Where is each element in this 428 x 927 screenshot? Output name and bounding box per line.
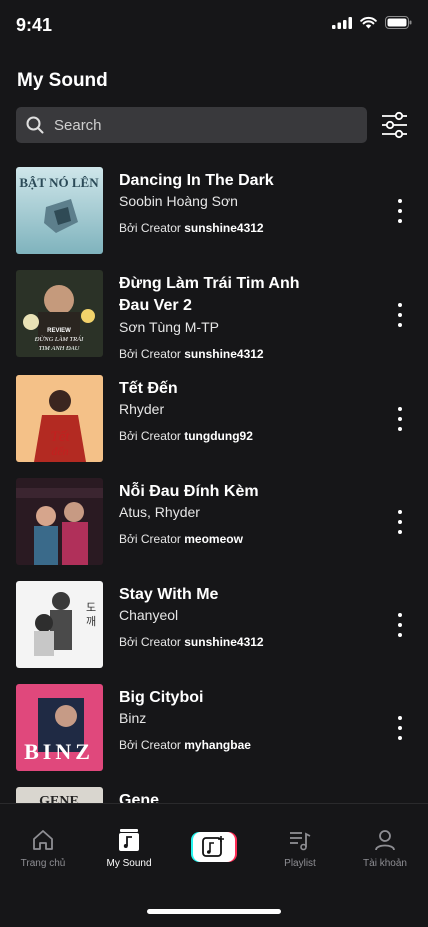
svg-text:TIM ANH ĐAU: TIM ANH ĐAU: [39, 345, 81, 352]
album-cover: BẬT NÓ LÊN: [16, 167, 103, 254]
more-options-button[interactable]: [393, 510, 407, 534]
sliders-icon: [382, 111, 407, 139]
song-row[interactable]: GENE Gene: [0, 784, 428, 804]
tab-create[interactable]: [171, 804, 257, 884]
creator-name[interactable]: meomeow: [184, 532, 243, 546]
tab-label: Playlist: [284, 858, 316, 869]
more-options-button[interactable]: [393, 199, 407, 223]
album-cover: BINZ: [16, 684, 103, 771]
song-row[interactable]: BINZ Big Cityboi Binz Bởi Creator myhang…: [0, 681, 428, 773]
creator-name[interactable]: sunshine4312: [184, 347, 263, 361]
signal-icon: [332, 16, 352, 29]
svg-text:Tết: Tết: [50, 429, 70, 445]
song-row[interactable]: Nỗi Đau Đính Kèm Atus, Rhyder Bởi Creato…: [0, 475, 428, 567]
creator-prefix: Bởi Creator: [119, 635, 181, 649]
song-creator: Bởi Creator tungdung92: [119, 429, 253, 443]
tab-account[interactable]: Tài khoản: [342, 804, 428, 884]
filter-button[interactable]: [380, 110, 410, 140]
more-options-button[interactable]: [393, 613, 407, 637]
creator-name[interactable]: tungdung92: [184, 429, 253, 443]
creator-name[interactable]: sunshine4312: [184, 221, 263, 235]
svg-text:도: 도: [86, 602, 96, 614]
search-box[interactable]: [16, 107, 367, 143]
song-artist: Atus, Rhyder: [119, 504, 200, 520]
create-icon: [191, 832, 237, 862]
tab-label: Trang chủ: [20, 858, 66, 869]
tab-home[interactable]: Trang chủ: [0, 804, 86, 884]
svg-text:깨: 깨: [86, 615, 96, 628]
album-cover: GENE: [16, 787, 103, 804]
wifi-icon: [360, 16, 377, 29]
song-creator: Bởi Creator sunshine4312: [119, 347, 264, 361]
song-creator: Bởi Creator myhangbae: [119, 738, 251, 752]
playlist-icon: [290, 832, 311, 851]
more-options-button[interactable]: [393, 303, 407, 327]
search-input[interactable]: [52, 115, 346, 135]
song-title: Tết Đến: [119, 380, 178, 397]
status-time: 9:41: [16, 15, 53, 35]
creator-prefix: Bởi Creator: [119, 738, 181, 752]
svg-text:ĐỪNG LÀM TRÁI: ĐỪNG LÀM TRÁI: [34, 335, 84, 343]
home-icon: [33, 830, 53, 850]
more-options-button[interactable]: [393, 716, 407, 740]
song-row[interactable]: BẬT NÓ LÊN Dancing In The Dark Soobin Ho…: [0, 164, 428, 256]
song-title: Gene: [119, 792, 160, 804]
song-list[interactable]: BẬT NÓ LÊN Dancing In The Dark Soobin Ho…: [0, 164, 428, 804]
song-title: Stay With Me: [119, 586, 219, 603]
status-icons: [332, 16, 412, 29]
album-cover: Tết đến: [16, 375, 103, 462]
song-row[interactable]: Tết đến Tết Đến Rhyder Bởi Creator tungd…: [0, 372, 428, 464]
tab-my-sound[interactable]: My Sound: [86, 804, 172, 884]
tab-label: My Sound: [106, 858, 152, 869]
album-cover: [16, 478, 103, 565]
song-creator: Bởi Creator sunshine4312: [119, 221, 264, 235]
page-title: My Sound: [17, 70, 108, 91]
song-artist: Soobin Hoàng Sơn: [119, 193, 238, 209]
music-note-icon: [119, 829, 139, 851]
tab-playlist[interactable]: Playlist: [257, 804, 343, 884]
status-bar: 9:41: [0, 0, 428, 52]
song-artist: Sơn Tùng M-TP: [119, 319, 219, 335]
creator-prefix: Bởi Creator: [119, 221, 181, 235]
svg-text:REVIEW: REVIEW: [47, 328, 71, 334]
song-row[interactable]: REVIEW ĐỪNG LÀM TRÁI TIM ANH ĐAU Đừng Là…: [0, 267, 428, 362]
song-row[interactable]: 도 깨 Stay With Me Chanyeol Bởi Creator su…: [0, 578, 428, 670]
home-indicator: [147, 909, 281, 914]
song-title: Big Cityboi: [119, 689, 204, 706]
creator-name[interactable]: sunshine4312: [184, 635, 263, 649]
user-icon: [375, 830, 395, 851]
song-creator: Bởi Creator sunshine4312: [119, 635, 264, 649]
creator-prefix: Bởi Creator: [119, 429, 181, 443]
cover-text: BẬT NÓ LÊN: [19, 175, 99, 190]
svg-text:đến: đến: [51, 444, 68, 458]
album-cover: 도 깨: [16, 581, 103, 668]
creator-prefix: Bởi Creator: [119, 532, 181, 546]
svg-text:BINZ: BINZ: [24, 739, 94, 764]
song-title: Dancing In The Dark: [119, 172, 274, 189]
tab-label: Tài khoản: [363, 858, 407, 869]
song-creator: Bởi Creator meomeow: [119, 532, 243, 546]
song-title: Nỗi Đau Đính Kèm: [119, 483, 259, 500]
song-artist: Binz: [119, 710, 147, 726]
battery-icon: [385, 16, 412, 29]
song-artist: Rhyder: [119, 401, 165, 417]
creator-name[interactable]: myhangbae: [184, 738, 251, 752]
creator-prefix: Bởi Creator: [119, 347, 181, 361]
search-icon: [26, 116, 44, 134]
song-artist: Chanyeol: [119, 607, 179, 623]
song-title: Đừng Làm Trái Tim Anh Đau Ver 2: [119, 275, 300, 314]
more-options-button[interactable]: [393, 407, 407, 431]
album-cover: REVIEW ĐỪNG LÀM TRÁI TIM ANH ĐAU: [16, 270, 103, 357]
